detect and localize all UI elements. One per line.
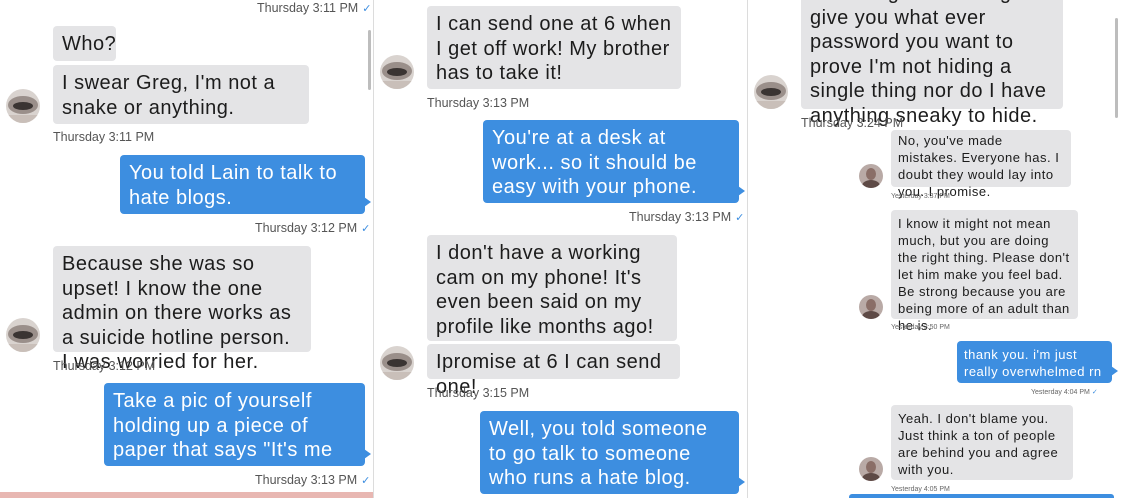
message-timestamp: Thursday 3:12 PM	[53, 359, 156, 373]
contact-avatar[interactable]	[6, 318, 40, 352]
incoming-message: Yeah. I don't blame you. Just think a to…	[891, 405, 1073, 480]
checkmark-icon: ✓	[361, 223, 371, 235]
contact-avatar[interactable]	[859, 457, 883, 481]
incoming-message: I swear Greg, I'm not a snake or anythin…	[53, 65, 309, 124]
outgoing-message: Take a pic of yourself holding up a piec…	[104, 383, 371, 486]
message-timestamp: Thursday 3:11 PM ✓	[257, 1, 372, 15]
message-timestamp: Yesterday 3:37 PM	[891, 193, 950, 200]
contact-avatar[interactable]	[6, 89, 40, 123]
checkmark-icon: ✓	[1091, 389, 1098, 396]
message-timestamp: Yesterday 3:50 PM	[891, 324, 950, 331]
outgoing-message: thank you. i'm just really overwhelmed r…	[957, 341, 1118, 383]
contact-avatar[interactable]	[859, 164, 883, 188]
incoming-message: I know it might not mean much, but you a…	[891, 210, 1078, 333]
incoming-message: I'm sitting here willing to give you wha…	[801, 0, 1063, 127]
screenshot-panel-3: I'm sitting here willing to give you wha…	[749, 0, 1122, 498]
screenshot-panel-1: Thursday 3:11 PM ✓ Who? I swear Greg, I'm…	[0, 0, 374, 498]
incoming-message: I can send one at 6 when I get off work!…	[427, 6, 681, 89]
contact-avatar[interactable]	[754, 75, 788, 109]
outgoing-message: You told Lain to talk to hate blogs.	[120, 155, 371, 214]
scrollbar[interactable]	[1115, 18, 1118, 118]
message-timestamp: Thursday 3:13 PM ✓	[255, 473, 371, 487]
message-timestamp: Thursday 3:24 PM	[801, 116, 904, 130]
outgoing-message: Well, you told someone to go talk to som…	[480, 411, 745, 498]
incoming-message: No, you've made mistakes. Everyone has. …	[891, 130, 1071, 199]
message-timestamp: Thursday 3:12 PM ✓	[255, 221, 371, 235]
message-timestamp: Yesterday 4:05 PM	[891, 486, 950, 493]
message-timestamp: Thursday 3:11 PM	[53, 130, 155, 144]
color-strip	[0, 492, 373, 498]
message-timestamp: Thursday 3:13 PM	[427, 96, 530, 110]
message-timestamp: Yesterday 4:04 PM ✓	[1031, 389, 1098, 396]
message-timestamp: Thursday 3:15 PM	[427, 386, 530, 400]
checkmark-icon: ✓	[361, 475, 371, 487]
incoming-message: I don't have a working cam on my phone! …	[427, 235, 677, 341]
outgoing-message: You're at a desk at work... so it should…	[483, 120, 745, 203]
incoming-message: Ipromise at 6 I can send one!	[427, 344, 680, 398]
incoming-message: Because she was so upset! I know the one…	[53, 246, 311, 373]
contact-avatar[interactable]	[380, 55, 414, 89]
checkmark-icon: ✓	[735, 212, 745, 224]
screenshot-panel-2: I can send one at 6 when I get off work!…	[375, 0, 748, 498]
contact-avatar[interactable]	[380, 346, 414, 380]
partial-outgoing-message	[849, 494, 1114, 498]
incoming-message: Who?	[53, 26, 116, 61]
checkmark-icon: ✓	[362, 3, 372, 15]
scrollbar[interactable]	[368, 30, 371, 90]
message-timestamp: Thursday 3:13 PM ✓	[629, 210, 745, 224]
contact-avatar[interactable]	[859, 295, 883, 319]
